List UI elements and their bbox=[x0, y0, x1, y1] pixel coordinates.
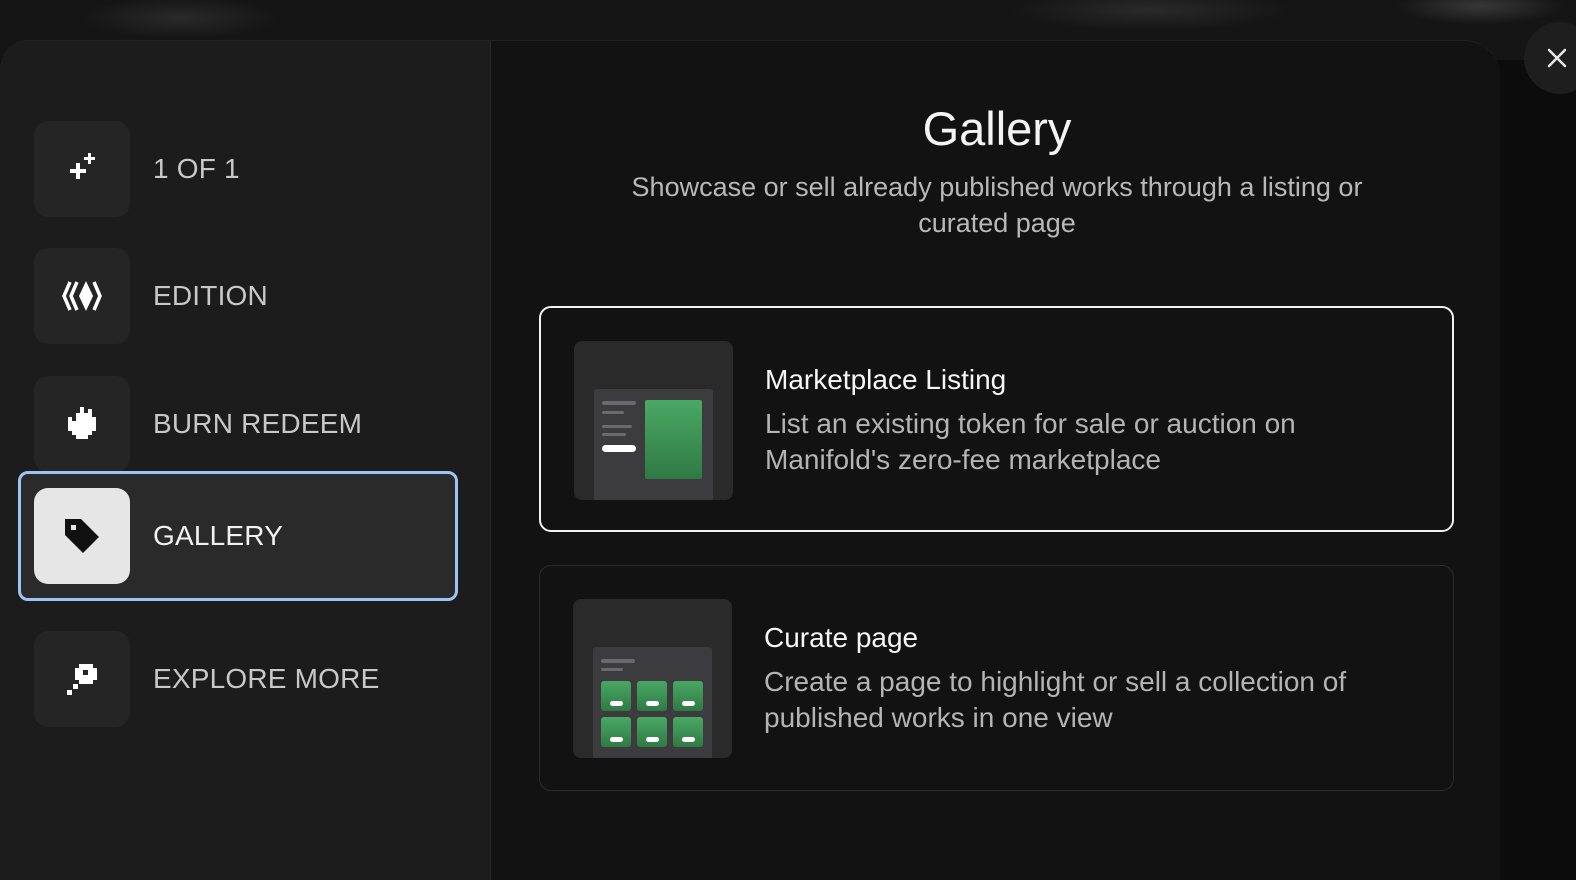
sidebar-item-edition[interactable]: EDITION bbox=[18, 231, 458, 361]
sidebar-item-label: BURN REDEEM bbox=[153, 408, 363, 439]
option-description: Create a page to highlight or sell a col… bbox=[764, 666, 1347, 733]
option-marketplace-listing[interactable]: Marketplace Listing List an existing tok… bbox=[539, 306, 1454, 532]
sidebar-item-label: GALLERY bbox=[153, 520, 284, 551]
page-title: Gallery bbox=[922, 102, 1072, 155]
option-curate-page[interactable]: Curate page Create a page to highlight o… bbox=[539, 565, 1454, 791]
create-modal: 1 OF 1 EDITION BURN REDEEM GALLERY EXPLO… bbox=[0, 40, 1500, 880]
curate-thumbnail bbox=[573, 599, 732, 758]
close-icon bbox=[1546, 47, 1568, 69]
page-subtitle: Showcase or sell already published works… bbox=[631, 172, 1363, 238]
fire-icon bbox=[34, 376, 130, 472]
sidebar-item-explore-more[interactable]: EXPLORE MORE bbox=[18, 614, 458, 744]
sparkle-icon bbox=[34, 121, 130, 217]
main-panel: Gallery Showcase or sell already publish… bbox=[492, 41, 1500, 880]
sidebar-item-gallery[interactable]: GALLERY bbox=[18, 471, 458, 601]
option-description: List an existing token for sale or aucti… bbox=[765, 408, 1296, 475]
sidebar-item-1-of-1[interactable]: 1 OF 1 bbox=[18, 104, 458, 234]
option-title: Marketplace Listing bbox=[765, 364, 1007, 395]
option-title: Curate page bbox=[764, 622, 919, 653]
sidebar: 1 OF 1 EDITION BURN REDEEM GALLERY EXPLO… bbox=[0, 41, 491, 880]
sidebar-item-label: EXPLORE MORE bbox=[153, 663, 380, 694]
listing-thumbnail bbox=[574, 341, 733, 500]
tag-icon bbox=[34, 488, 130, 584]
sidebar-item-burn-redeem[interactable]: BURN REDEEM bbox=[18, 359, 458, 489]
edition-waves-icon bbox=[34, 248, 130, 344]
explore-icon bbox=[34, 631, 130, 727]
sidebar-item-label: EDITION bbox=[153, 280, 268, 311]
sidebar-item-label: 1 OF 1 bbox=[153, 153, 240, 184]
